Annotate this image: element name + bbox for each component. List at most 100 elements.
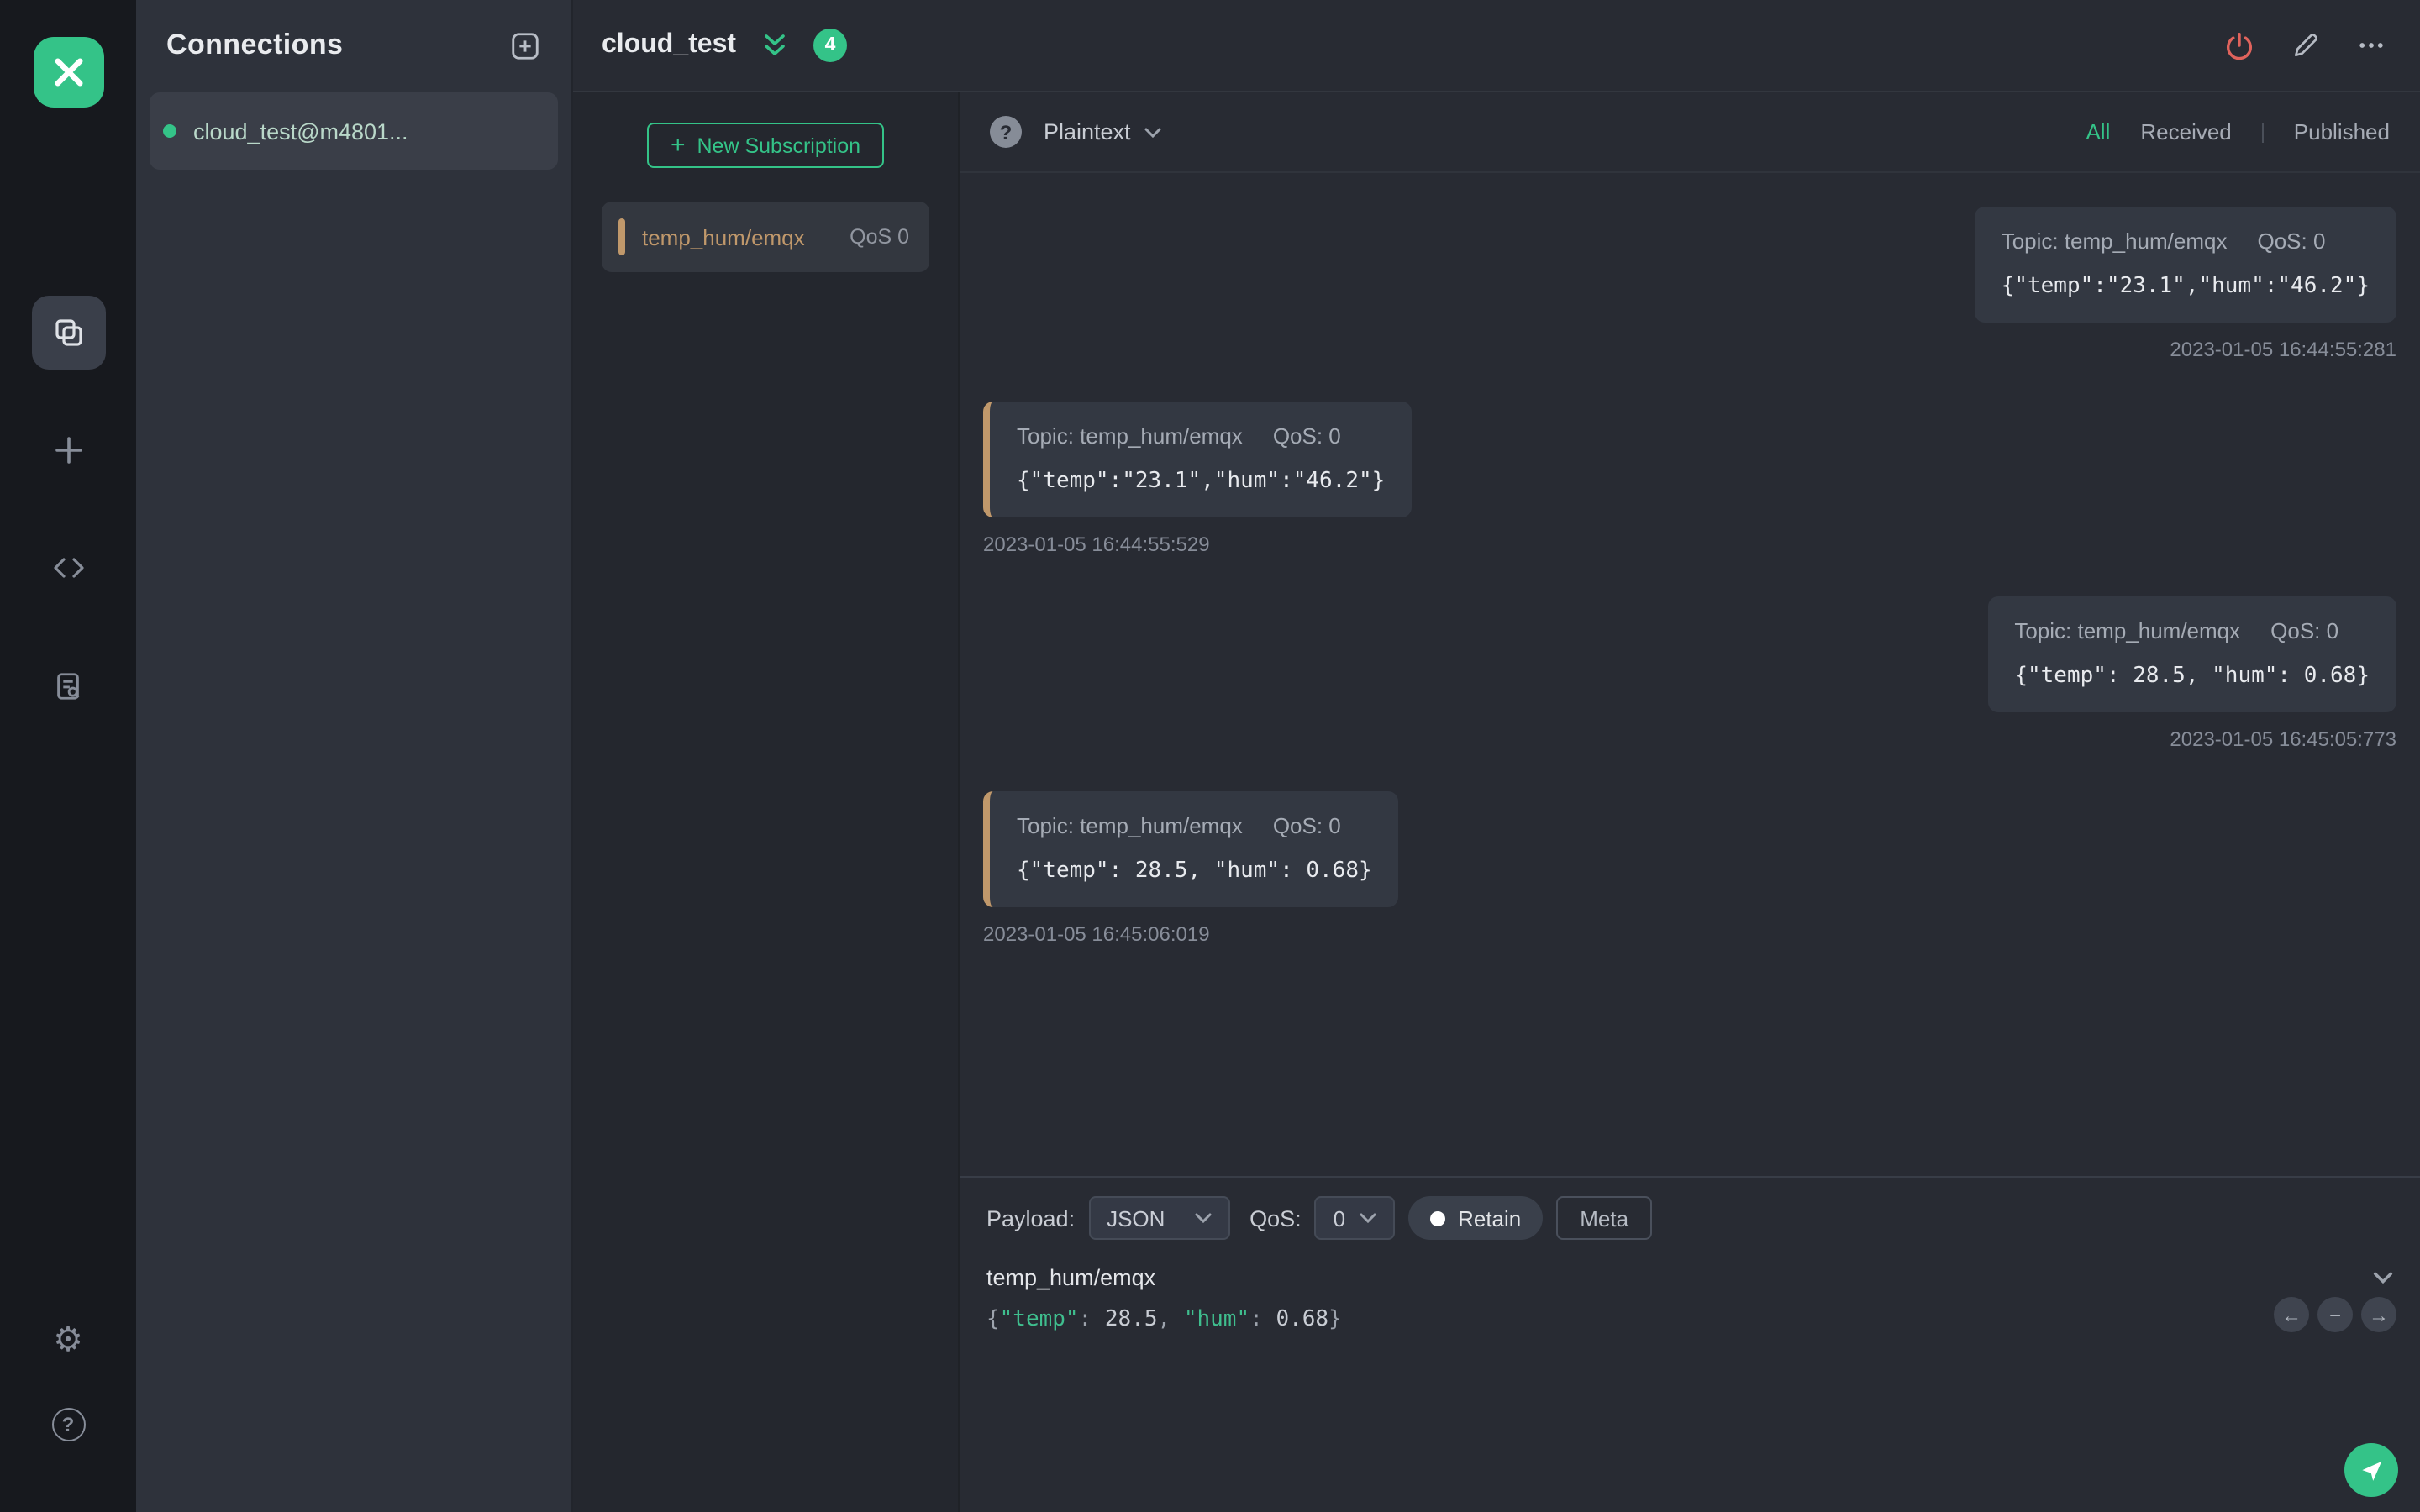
subscription-item[interactable]: temp_hum/emqx QoS 0 [602, 202, 929, 272]
publish-topic-input[interactable]: temp_hum/emqx [960, 1253, 2420, 1295]
history-remove-button[interactable]: − [2317, 1297, 2353, 1332]
help-button[interactable]: ? [51, 1408, 85, 1441]
message-bubble[interactable]: Topic: temp_hum/emqx QoS: 0 {"temp":"23.… [983, 402, 1413, 517]
connection-list-item[interactable]: cloud_test@m4801... [150, 92, 558, 170]
payload-format-select[interactable]: JSON [1088, 1196, 1230, 1240]
subscription-qos: QoS 0 [850, 225, 909, 249]
ellipsis-icon [2360, 43, 2383, 48]
message-format-value: Plaintext [1044, 119, 1131, 144]
filter-all[interactable]: All [2086, 119, 2110, 144]
settings-button[interactable]: ⚙ [53, 1324, 83, 1357]
disconnect-button[interactable] [2223, 29, 2255, 61]
publish-panel: Payload: JSON QoS: 0 Retain Meta temp_hu… [960, 1176, 2420, 1512]
edit-connection-button[interactable] [2291, 30, 2321, 60]
message-topic: Topic: temp_hum/emqx [2001, 228, 2228, 254]
chevron-down-icon [2373, 1272, 2393, 1284]
message-payload: {"temp":"23.1","hum":"46.2"} [1017, 469, 1386, 494]
qos-label: QoS: [1249, 1205, 1302, 1231]
message-bubble[interactable]: Topic: temp_hum/emqx QoS: 0 {"temp": 28.… [1987, 596, 2396, 712]
payload-token: , [1157, 1307, 1184, 1332]
message-payload: {"temp": 28.5, "hum": 0.68} [2014, 664, 2370, 689]
sidebar-item-script[interactable] [31, 531, 105, 605]
message-count-badge: 4 [813, 29, 848, 62]
message-timestamp: 2023-01-05 16:44:55:281 [2170, 338, 2396, 361]
messages-pane: ? Plaintext All Received Published Topic… [960, 92, 2420, 1512]
code-brackets-icon [53, 558, 83, 578]
mqttx-app-window: ⚙ ? Connections cloud_test@m4801... clou… [0, 0, 2420, 1512]
payload-format-value: JSON [1107, 1205, 1165, 1231]
mqttx-logo [33, 37, 103, 108]
rail-bottom-group: ⚙ ? [51, 1324, 85, 1441]
new-subscription-button[interactable]: + New Subscription [646, 123, 885, 168]
message-format-dropdown[interactable]: Plaintext [1044, 119, 1161, 144]
payload-history-nav: ← − → [2274, 1297, 2396, 1332]
add-box-icon [512, 32, 539, 59]
send-message-button[interactable] [2344, 1443, 2398, 1497]
collapse-subscriptions-button[interactable] [761, 32, 788, 59]
history-forward-button[interactable]: → [2361, 1297, 2396, 1332]
connection-title: cloud_test [602, 30, 737, 59]
message-qos: QoS: 0 [1272, 813, 1341, 838]
message-bubble[interactable]: Topic: temp_hum/emqx QoS: 0 {"temp":"23.… [1974, 207, 2396, 323]
message-received: Topic: temp_hum/emqx QoS: 0 {"temp":"23.… [983, 402, 1413, 556]
message-qos: QoS: 0 [1272, 423, 1341, 449]
sidebar-item-new-connection[interactable] [31, 413, 105, 487]
message-timestamp: 2023-01-05 16:44:55:529 [983, 533, 1210, 556]
payload-token: : [1249, 1307, 1276, 1332]
message-qos: QoS: 0 [2257, 228, 2326, 254]
double-chevron-down-icon [765, 34, 785, 55]
message-topic: Topic: temp_hum/emqx [1017, 813, 1243, 838]
chevron-down-icon [1144, 127, 1161, 137]
publish-toolbar: Payload: JSON QoS: 0 Retain Meta [960, 1178, 2420, 1253]
new-subscription-label: New Subscription [697, 134, 861, 157]
power-icon [2227, 32, 2252, 60]
screen: ⚙ ? Connections cloud_test@m4801... clou… [0, 0, 2420, 1512]
message-published: Topic: temp_hum/emqx QoS: 0 {"temp": 28.… [1987, 596, 2396, 751]
sidebar-item-log[interactable] [31, 648, 105, 722]
messages-toolbar: ? Plaintext All Received Published [960, 92, 2420, 173]
connection-header: cloud_test 4 [573, 0, 2420, 92]
message-topic: Topic: temp_hum/emqx [1017, 423, 1243, 449]
payload-token: 28.5 [1104, 1307, 1158, 1332]
retain-toggle[interactable]: Retain [1407, 1196, 1544, 1240]
message-published: Topic: temp_hum/emqx QoS: 0 {"temp":"23.… [1974, 207, 2396, 361]
payload-token: 0.68 [1276, 1307, 1329, 1332]
connections-title: Connections [166, 29, 344, 60]
more-options-button[interactable] [2356, 30, 2386, 60]
publish-payload-editor[interactable]: {"temp": 28.5, "hum": 0.68} [960, 1295, 2420, 1512]
payload-token: { [986, 1307, 1000, 1332]
subscription-topic: temp_hum/emqx [642, 224, 805, 249]
history-back-button[interactable]: ← [2274, 1297, 2309, 1332]
retain-label: Retain [1458, 1205, 1522, 1231]
message-bubble[interactable]: Topic: temp_hum/emqx QoS: 0 {"temp": 28.… [983, 791, 1399, 907]
plus-icon: + [670, 130, 686, 159]
icon-rail: ⚙ ? [0, 0, 136, 1512]
meta-button[interactable]: Meta [1556, 1196, 1653, 1240]
header-actions [2223, 29, 2386, 61]
connections-header: Connections [136, 0, 571, 82]
mqttx-x-icon [54, 58, 82, 87]
qos-select[interactable]: 0 [1314, 1196, 1395, 1240]
filter-published[interactable]: Published [2294, 119, 2390, 144]
payload-token: } [1328, 1307, 1342, 1332]
message-qos: QoS: 0 [2270, 618, 2339, 643]
qos-value: 0 [1333, 1205, 1346, 1231]
log-file-icon [57, 672, 80, 699]
payload-format-help-icon[interactable]: ? [990, 116, 1022, 148]
payload-token: "hum" [1183, 1307, 1250, 1332]
connection-workspace: cloud_test 4 + New Subscription temp_hum… [573, 0, 2420, 1512]
message-list: Topic: temp_hum/emqx QoS: 0 {"temp":"23.… [960, 173, 2420, 1176]
message-meta: Topic: temp_hum/emqx QoS: 0 [1017, 423, 1385, 450]
message-meta: Topic: temp_hum/emqx QoS: 0 [1017, 813, 1372, 840]
filter-received[interactable]: Received [2140, 119, 2231, 144]
message-received: Topic: temp_hum/emqx QoS: 0 {"temp": 28.… [983, 791, 1399, 946]
rail-nav-group [31, 296, 105, 722]
message-payload: {"temp": 28.5, "hum": 0.68} [1017, 858, 1372, 884]
chevron-down-icon [1359, 1213, 1376, 1223]
sidebar-item-connections[interactable] [31, 296, 105, 370]
collapse-editor-button[interactable] [2373, 1272, 2393, 1284]
payload-token: : [1078, 1307, 1105, 1332]
new-connection-button[interactable] [509, 29, 541, 61]
paper-plane-icon [2361, 1460, 2381, 1480]
payload-token: "temp" [999, 1307, 1079, 1332]
